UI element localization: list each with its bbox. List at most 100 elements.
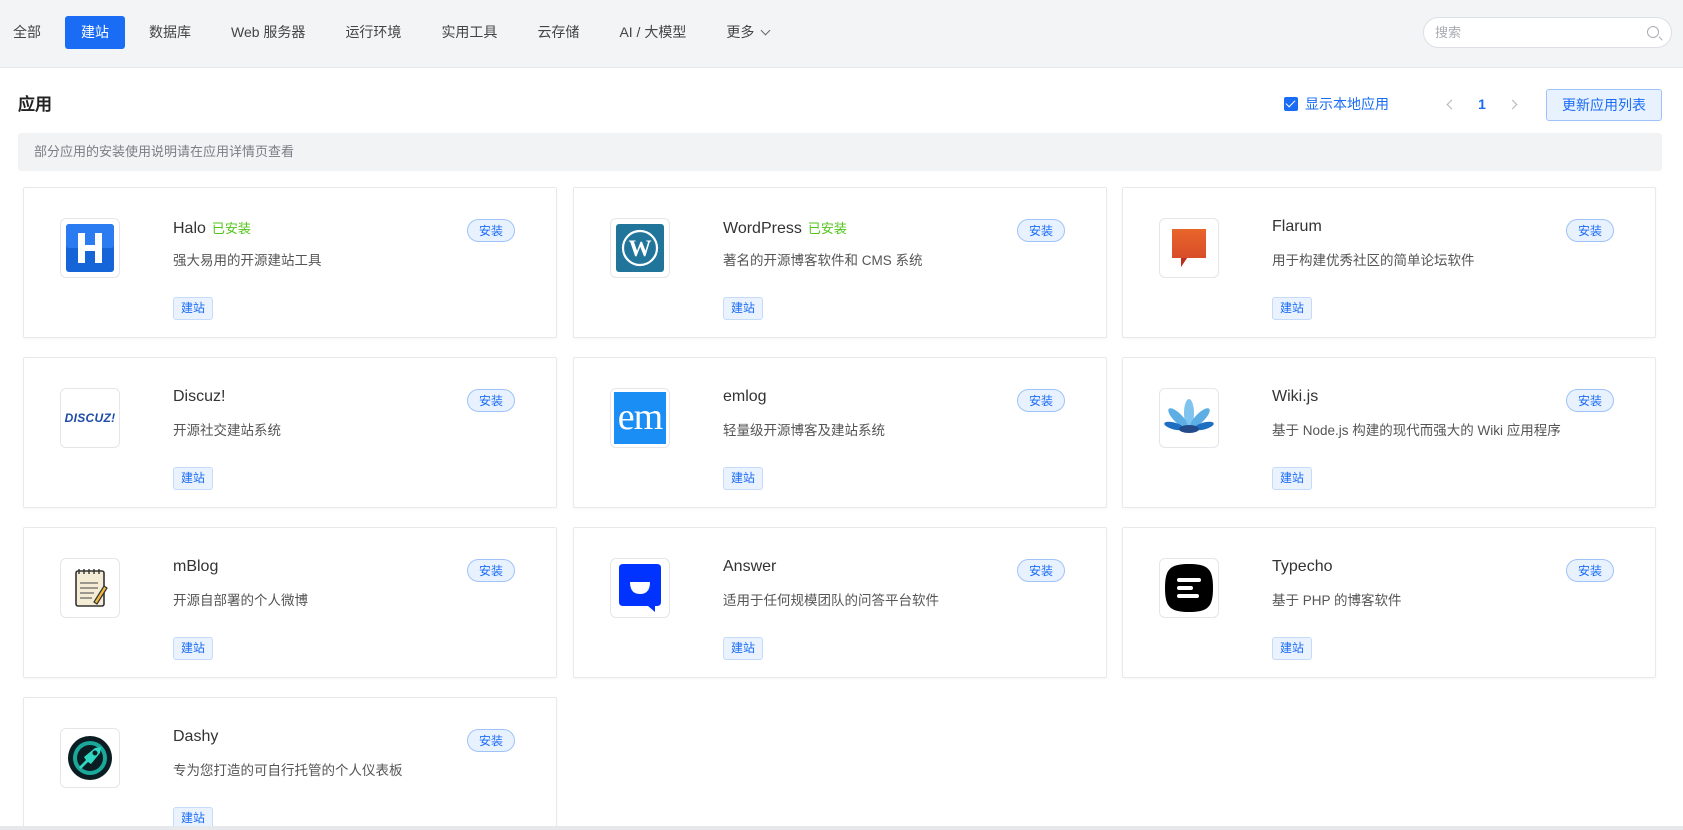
pagination: 1: [1436, 90, 1528, 118]
category-tag[interactable]: 建站: [1272, 637, 1313, 660]
flarum-logo-icon: [1172, 229, 1206, 267]
app-logo[interactable]: W: [610, 218, 670, 278]
app-name[interactable]: WordPress 已安装: [723, 218, 847, 238]
app-name[interactable]: Halo 已安装: [173, 218, 251, 238]
app-logo[interactable]: DISCUZ!: [60, 388, 120, 448]
next-page-icon[interactable]: [1500, 90, 1528, 118]
app-name-text: WordPress: [723, 220, 802, 237]
app-name[interactable]: mBlog: [173, 558, 224, 576]
app-description: 基于 PHP 的博客软件: [1272, 593, 1402, 608]
app-logo[interactable]: [60, 218, 120, 278]
app-card-emlog[interactable]: em emlog 轻量级开源博客及建站系统 安装 建站: [573, 357, 1107, 508]
app-card-answer[interactable]: Answer 适用于任何规模团队的问答平台软件 安装 建站: [573, 527, 1107, 678]
install-button[interactable]: 安装: [1566, 219, 1614, 242]
installed-status: 已安装: [807, 221, 847, 236]
app-card-mblog[interactable]: mBlog 开源自部署的个人微博 安装 建站: [23, 527, 557, 678]
install-button[interactable]: 安装: [1017, 389, 1065, 412]
app-logo[interactable]: [1159, 558, 1219, 618]
app-name-text: emlog: [723, 388, 767, 405]
install-button[interactable]: 安装: [467, 389, 515, 412]
show-local-apps-checkbox[interactable]: 显示本地应用: [1284, 94, 1389, 114]
app-card-wikijs[interactable]: Wiki.js 基于 Node.js 构建的现代而强大的 Wiki 应用程序 安…: [1122, 357, 1656, 508]
app-card-discuz[interactable]: DISCUZ! Discuz! 开源社交建站系统 安装 建站: [23, 357, 557, 508]
install-button[interactable]: 安装: [1566, 389, 1614, 412]
install-button[interactable]: 安装: [1017, 219, 1065, 242]
page-number[interactable]: 1: [1464, 96, 1500, 112]
install-button[interactable]: 安装: [467, 729, 515, 752]
update-app-list-button[interactable]: 更新应用列表: [1546, 89, 1662, 121]
app-name[interactable]: emlog: [723, 388, 773, 406]
app-logo[interactable]: em: [610, 388, 670, 448]
category-tabs: 全部 建站 数据库 Web 服务器 运行环境 实用工具 云存储 AI / 大模型…: [0, 16, 793, 49]
discuz-logo-icon: DISCUZ!: [64, 411, 116, 425]
prev-page-icon[interactable]: [1436, 90, 1464, 118]
category-tag[interactable]: 建站: [173, 467, 214, 490]
page-title: 应用: [18, 95, 52, 114]
mblog-logo-icon: [75, 569, 108, 607]
checkbox-checked-icon[interactable]: [1284, 97, 1298, 111]
wikijs-logo-icon: [1164, 399, 1214, 433]
app-card-wordpress[interactable]: W WordPress 已安装 著名的开源博客软件和 CMS 系统 安装 建站: [573, 187, 1107, 338]
app-card-dashy[interactable]: Dashy 专为您打造的可自行托管的个人仪表板 安装 建站: [23, 697, 557, 830]
top-navbar: 全部 建站 数据库 Web 服务器 运行环境 实用工具 云存储 AI / 大模型…: [0, 0, 1683, 66]
category-tag[interactable]: 建站: [1272, 467, 1313, 490]
tab-more[interactable]: 更多: [710, 16, 785, 49]
category-tag[interactable]: 建站: [173, 297, 214, 320]
install-button[interactable]: 安装: [467, 559, 515, 582]
app-card-halo[interactable]: Halo 已安装 强大易用的开源建站工具 安装 建站: [23, 187, 557, 338]
app-name[interactable]: Answer: [723, 558, 782, 576]
app-name-text: Answer: [723, 558, 777, 575]
app-description: 著名的开源博客软件和 CMS 系统: [723, 253, 923, 268]
app-description: 开源社交建站系统: [173, 423, 281, 438]
installed-status: 已安装: [211, 221, 251, 236]
svg-text:W: W: [629, 236, 652, 261]
app-logo[interactable]: [60, 558, 120, 618]
app-logo[interactable]: [1159, 388, 1219, 448]
tab-website[interactable]: 建站: [65, 16, 125, 49]
install-button[interactable]: 安装: [467, 219, 515, 242]
app-name-text: Halo: [173, 220, 206, 237]
tab-ai[interactable]: AI / 大模型: [603, 16, 702, 49]
app-name-text: Dashy: [173, 728, 219, 745]
tab-runtime[interactable]: 运行环境: [329, 16, 417, 49]
tab-all[interactable]: 全部: [0, 16, 57, 49]
search-icon[interactable]: [1647, 26, 1659, 38]
tab-database[interactable]: 数据库: [133, 16, 207, 49]
app-name[interactable]: Wiki.js: [1272, 388, 1324, 406]
notice-bar: 部分应用的安装使用说明请在应用详情页查看: [18, 133, 1662, 171]
app-name[interactable]: Dashy: [173, 728, 224, 746]
app-name[interactable]: Discuz!: [173, 388, 231, 406]
app-name-text: Typecho: [1272, 558, 1333, 575]
category-tag[interactable]: 建站: [723, 467, 764, 490]
dashy-logo-icon: [68, 736, 112, 780]
tab-web-server[interactable]: Web 服务器: [215, 16, 321, 49]
tab-tools[interactable]: 实用工具: [425, 16, 513, 49]
app-description: 适用于任何规模团队的问答平台软件: [723, 593, 939, 608]
tab-cloud-storage[interactable]: 云存储: [521, 16, 595, 49]
search-input[interactable]: [1435, 18, 1645, 47]
install-button[interactable]: 安装: [1017, 559, 1065, 582]
category-tag[interactable]: 建站: [723, 637, 764, 660]
app-name-text: Wiki.js: [1272, 388, 1319, 405]
app-logo[interactable]: [1159, 218, 1219, 278]
app-card-typecho[interactable]: Typecho 基于 PHP 的博客软件 安装 建站: [1122, 527, 1656, 678]
horizontal-scrollbar[interactable]: [0, 826, 1683, 830]
app-description: 强大易用的开源建站工具: [173, 253, 322, 268]
answer-logo-icon: [619, 564, 661, 612]
app-description: 基于 Node.js 构建的现代而强大的 Wiki 应用程序: [1272, 423, 1561, 438]
app-name-text: Flarum: [1272, 218, 1322, 235]
chevron-down-icon: [760, 25, 771, 36]
app-logo[interactable]: [610, 558, 670, 618]
app-name-text: Discuz!: [173, 388, 226, 405]
app-card-flarum[interactable]: Flarum 用于构建优秀社区的简单论坛软件 安装 建站: [1122, 187, 1656, 338]
show-local-apps-label: 显示本地应用: [1305, 96, 1389, 112]
install-button[interactable]: 安装: [1566, 559, 1614, 582]
app-name[interactable]: Typecho: [1272, 558, 1338, 576]
app-name[interactable]: Flarum: [1272, 218, 1328, 236]
app-name-text: mBlog: [173, 558, 219, 575]
category-tag[interactable]: 建站: [1272, 297, 1313, 320]
app-logo[interactable]: [60, 728, 120, 788]
category-tag[interactable]: 建站: [723, 297, 764, 320]
emlog-logo-icon: em: [614, 392, 666, 444]
category-tag[interactable]: 建站: [173, 637, 214, 660]
